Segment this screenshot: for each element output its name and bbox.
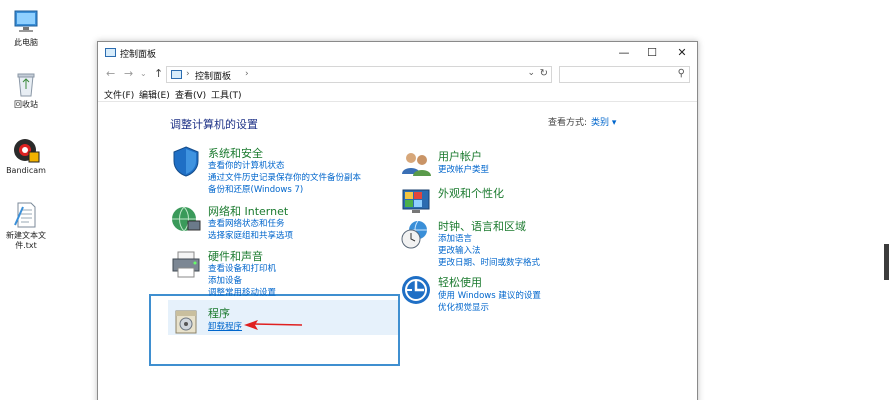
annotation-arrow [244, 320, 303, 330]
minimize-button[interactable]: — [610, 42, 638, 64]
desktop-icon-text-file[interactable]: 新建文本文 件.txt [0, 201, 52, 251]
link-change-input-method[interactable]: 更改输入法 [438, 244, 481, 256]
desktop-icon-label: 此电脑 [14, 38, 38, 47]
link-homegroup-sharing[interactable]: 选择家庭组和共享选项 [208, 229, 293, 241]
link-mobility-settings[interactable]: 调整常用移动设置 [208, 286, 276, 298]
view-by-label: 查看方式: [548, 118, 588, 128]
clock-globe-icon [400, 218, 432, 250]
breadcrumb-separator: › [245, 69, 249, 79]
link-devices-printers[interactable]: 查看设备和打印机 [208, 262, 276, 274]
category-title[interactable]: 外观和个性化 [438, 185, 504, 201]
menu-view[interactable]: 查看(V) [175, 88, 206, 101]
appearance-icon [400, 185, 432, 217]
breadcrumb-control-panel[interactable]: 控制面板 [195, 69, 231, 82]
category-title[interactable]: 轻松使用 [438, 274, 482, 290]
control-panel-window: 控制面板 — ☐ ✕ ← → ⌄ ↑ › 控制面板 › ⌄ ↻ ⚲ 文件(F) … [97, 41, 698, 400]
link-uninstall-program[interactable]: 卸载程序 [208, 320, 242, 332]
breadcrumb-separator: › [186, 69, 190, 79]
desktop-icon-recycle-bin[interactable]: 回收站 [0, 70, 52, 110]
link-add-device[interactable]: 添加设备 [208, 274, 242, 286]
printer-icon [170, 248, 202, 280]
search-icon[interactable]: ⚲ [678, 68, 685, 79]
desktop-icon-label: 回收站 [14, 100, 38, 109]
title-bar[interactable]: 控制面板 — ☐ ✕ [98, 42, 697, 64]
view-by: 查看方式: 类别 ▾ [548, 115, 616, 128]
desktop-icon-label: Bandicam [6, 166, 46, 175]
link-view-computer-status[interactable]: 查看你的计算机状态 [208, 159, 285, 171]
address-toolbar: ← → ⌄ ↑ › 控制面板 › ⌄ ↻ ⚲ [98, 64, 697, 86]
window-title: 控制面板 [120, 50, 157, 60]
forward-arrow-icon[interactable]: → [124, 67, 133, 80]
ease-of-access-icon [400, 274, 432, 306]
desktop-icon-label: 新建文本文 [6, 231, 46, 240]
refresh-icon[interactable]: ↻ [540, 68, 548, 79]
desktop-icon-this-pc[interactable]: 此电脑 [0, 8, 52, 48]
control-panel-content: 调整计算机的设置 查看方式: 类别 ▾ 系统和安全 查看你的计算机状态 通过文件历… [98, 103, 697, 400]
desktop-icon-bandicam[interactable]: Bandicam [0, 136, 52, 176]
computer-icon [11, 8, 41, 36]
link-change-account-type[interactable]: 更改帐户类型 [438, 163, 489, 175]
network-globe-icon [170, 203, 202, 235]
category-title[interactable]: 程序 [208, 305, 230, 321]
page-title: 调整计算机的设置 [170, 118, 258, 131]
link-optimize-visual-display[interactable]: 优化视觉显示 [438, 301, 489, 313]
address-bar[interactable]: › 控制面板 › ⌄ ↻ [166, 66, 552, 83]
link-file-history-backup[interactable]: 通过文件历史记录保存你的文件备份副本 [208, 171, 361, 183]
link-date-time-format[interactable]: 更改日期、时间或数字格式 [438, 256, 540, 268]
shield-icon [170, 145, 202, 177]
chevron-down-icon[interactable]: ⌄ [527, 68, 535, 78]
menu-tools[interactable]: 工具(T) [211, 88, 242, 101]
close-button[interactable]: ✕ [668, 42, 696, 64]
menu-edit[interactable]: 编辑(E) [139, 88, 170, 101]
link-add-language[interactable]: 添加语言 [438, 232, 472, 244]
link-network-status[interactable]: 查看网络状态和任务 [208, 217, 285, 229]
bandicam-icon [11, 136, 41, 164]
link-recommended-settings[interactable]: 使用 Windows 建议的设置 [438, 289, 541, 301]
desktop-icon-label-line2: 件.txt [15, 241, 37, 250]
up-arrow-icon[interactable]: ↑ [154, 67, 163, 80]
back-arrow-icon[interactable]: ← [106, 67, 115, 80]
view-by-dropdown[interactable]: 类别 ▾ [591, 118, 616, 128]
users-icon [400, 148, 432, 180]
edge-scrollbar-fragment [884, 244, 889, 280]
menu-file[interactable]: 文件(F) [104, 88, 134, 101]
programs-icon [170, 305, 202, 337]
link-backup-restore[interactable]: 备份和还原(Windows 7) [208, 183, 303, 195]
control-panel-icon [171, 70, 182, 79]
menu-bar: 文件(F) 编辑(E) 查看(V) 工具(T) [98, 86, 697, 102]
search-input[interactable]: ⚲ [559, 66, 690, 83]
recent-dropdown-icon[interactable]: ⌄ [140, 69, 147, 78]
category-title[interactable]: 用户帐户 [438, 148, 482, 164]
recycle-bin-icon [11, 70, 41, 98]
control-panel-icon [105, 48, 116, 57]
text-file-icon [11, 201, 41, 229]
maximize-button[interactable]: ☐ [638, 42, 666, 64]
